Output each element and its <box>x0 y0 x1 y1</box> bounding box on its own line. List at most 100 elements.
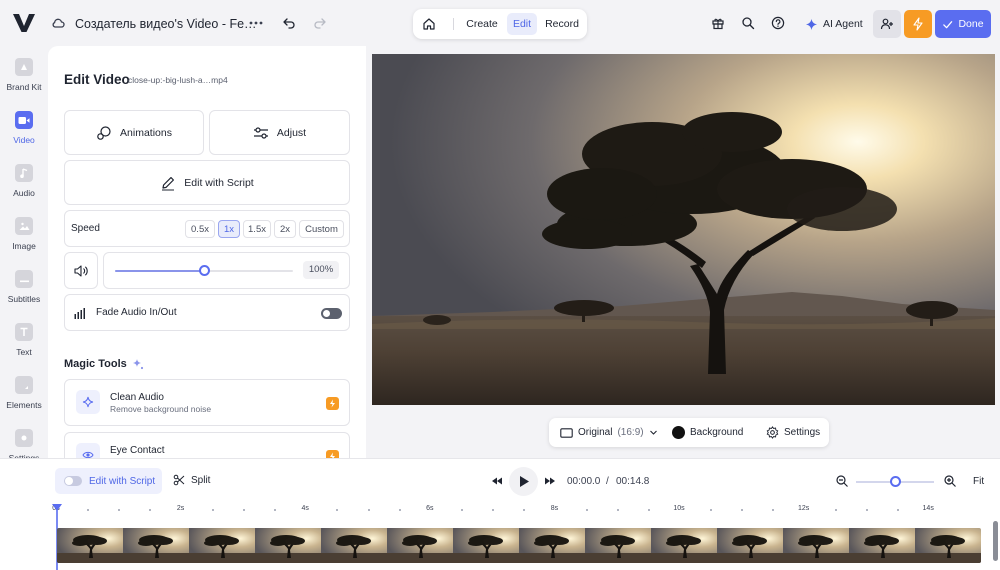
aspect-ratio-icon <box>560 427 573 438</box>
timeline-edit-with-script-button[interactable]: Edit with Script <box>55 468 162 494</box>
redo-icon[interactable] <box>313 16 327 30</box>
rail-label: Subtitles <box>7 294 41 304</box>
speed-option-1x[interactable]: 1x <box>218 220 240 238</box>
volume-fill <box>115 270 204 272</box>
ai-agent-button[interactable]: AI Agent <box>805 16 863 32</box>
speed-option-0.5x[interactable]: 0.5x <box>185 220 215 238</box>
rail-item-text[interactable]: Text <box>0 323 48 371</box>
rail-label: Elements <box>6 400 42 410</box>
ruler-tick <box>398 509 401 511</box>
skip-forward-icon[interactable] <box>543 474 557 488</box>
rail-label: Image <box>12 241 36 251</box>
ruler-tick <box>87 509 90 511</box>
zoom-out-icon[interactable] <box>835 474 849 488</box>
timeline-scrollbar[interactable] <box>993 521 998 561</box>
help-icon[interactable] <box>771 16 785 30</box>
clip-thumbnail <box>849 528 915 563</box>
cloud-sync-icon[interactable] <box>51 16 65 30</box>
project-title[interactable]: Создатель видео's Video - Fe… <box>75 17 257 31</box>
ruler-tick <box>336 509 339 511</box>
subtitles-icon <box>15 270 33 288</box>
divider <box>453 18 454 30</box>
gift-icon[interactable] <box>711 16 725 30</box>
ratio-value: (16:9) <box>617 427 644 438</box>
home-icon[interactable] <box>422 17 436 31</box>
speed-row: Speed 0.5x 1x 1.5x 2x Custom <box>64 210 350 247</box>
speed-option-1.5x[interactable]: 1.5x <box>243 220 271 238</box>
eye-contact-tool[interactable]: Eye Contact <box>64 432 350 458</box>
zoom-thumb[interactable] <box>889 476 901 487</box>
video-clip-track[interactable] <box>57 528 981 563</box>
ruler-tick-label: 8s <box>550 505 559 512</box>
more-options-icon[interactable] <box>248 15 264 31</box>
clip-thumbnail <box>717 528 783 563</box>
magic-tools-title: Magic Tools <box>64 358 127 370</box>
check-icon <box>943 20 953 28</box>
edit-with-script-button[interactable]: Edit with Script <box>64 160 350 205</box>
audio-bars-icon <box>74 308 85 319</box>
done-label: Done <box>958 18 984 30</box>
tab-create[interactable]: Create <box>461 13 503 35</box>
settings-label: Settings <box>784 427 821 438</box>
panel-title: Edit Video <box>64 72 130 87</box>
upgrade-button[interactable] <box>904 10 932 38</box>
premium-lightning-icon <box>326 397 339 410</box>
ruler-tick <box>741 509 744 511</box>
done-button[interactable]: Done <box>935 10 991 38</box>
time-separator: / <box>606 476 609 487</box>
undo-icon[interactable] <box>282 16 296 30</box>
tab-edit[interactable]: Edit <box>507 13 537 35</box>
speed-option-2x[interactable]: 2x <box>274 220 296 238</box>
video-preview[interactable] <box>372 54 995 405</box>
rail-item-audio[interactable]: Audio <box>0 164 48 212</box>
zoom-in-icon[interactable] <box>943 474 957 488</box>
left-rail: Brand Kit Video Audio Image Subtitles Te… <box>0 46 48 466</box>
fit-button[interactable]: Fit <box>973 476 984 487</box>
volume-slider[interactable] <box>115 265 293 276</box>
play-button[interactable] <box>509 467 538 496</box>
tool-title: Eye Contact <box>110 445 165 456</box>
edit-script-label: Edit with Script <box>184 176 254 189</box>
ruler-tick-label: 2s <box>176 505 185 512</box>
video-camera-icon <box>15 111 33 129</box>
edit-script-toggle[interactable] <box>64 476 82 486</box>
ruler-tick <box>772 509 775 511</box>
rail-item-image[interactable]: Image <box>0 217 48 265</box>
time-ruler[interactable]: 0s2s4s6s8s10s12s14s <box>52 505 981 517</box>
zoom-slider[interactable] <box>856 476 934 487</box>
ruler-tick <box>647 509 650 511</box>
adjust-sliders-icon <box>253 126 268 139</box>
rail-label: Text <box>16 347 32 357</box>
volume-thumb[interactable] <box>198 265 210 276</box>
animations-button[interactable]: Animations <box>64 110 204 155</box>
background-button[interactable]: Background <box>672 418 743 447</box>
image-icon <box>15 217 33 235</box>
share-button[interactable] <box>873 10 901 38</box>
split-button[interactable]: Split <box>173 474 210 486</box>
speed-label: Speed <box>71 223 100 234</box>
skip-back-icon[interactable] <box>490 474 504 488</box>
volume-value[interactable]: 100% <box>303 261 339 279</box>
preview-settings-button[interactable]: Settings <box>766 418 820 447</box>
rail-item-elements[interactable]: Elements <box>0 376 48 424</box>
chevron-down-icon <box>649 430 657 435</box>
speed-option-custom[interactable]: Custom <box>299 220 344 238</box>
search-icon[interactable] <box>741 16 755 30</box>
ruler-tick <box>897 509 900 511</box>
aspect-ratio-select[interactable]: Original (16:9) <box>560 418 658 447</box>
adjust-button[interactable]: Adjust <box>209 110 350 155</box>
clean-audio-tool[interactable]: Clean Audio Remove background noise <box>64 379 350 426</box>
rail-item-video[interactable]: Video <box>0 111 48 159</box>
app-logo[interactable] <box>12 12 36 34</box>
ai-agent-label: AI Agent <box>823 18 863 30</box>
volume-row: 100% <box>103 252 350 289</box>
tab-record[interactable]: Record <box>541 13 583 35</box>
rail-item-subtitles[interactable]: Subtitles <box>0 270 48 318</box>
sparkle-icon <box>132 359 143 370</box>
fade-audio-toggle[interactable] <box>321 308 342 319</box>
mute-button[interactable] <box>64 252 98 289</box>
ruler-tick <box>149 509 152 511</box>
rail-item-brand-kit[interactable]: Brand Kit <box>0 58 48 106</box>
ruler-tick <box>523 509 526 511</box>
edit-video-panel: Edit Video close-up:-big-lush-a…mp4 Anim… <box>48 46 366 458</box>
